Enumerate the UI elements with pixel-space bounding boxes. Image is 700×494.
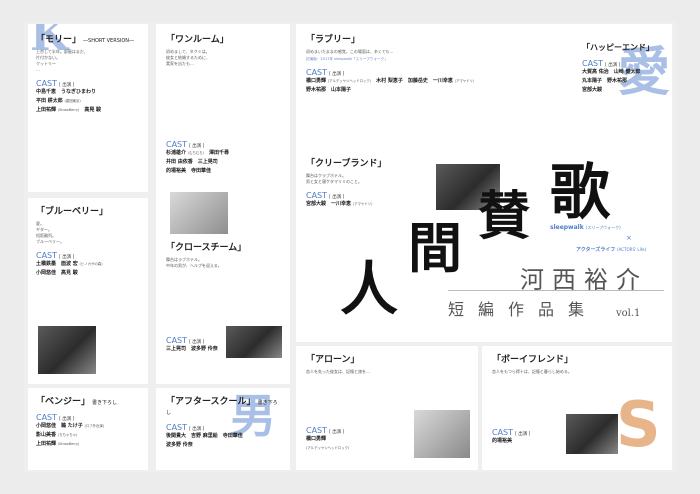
- title-char-2: 間: [408, 216, 462, 280]
- cast-heading: CAST[ 出演 ]: [492, 428, 531, 437]
- photo-boyfriend: [566, 414, 618, 454]
- cast-heading: CAST[ 出演 ]: [166, 140, 205, 149]
- brand-sleepwalk: sleepwalk (スリープウォーク): [550, 224, 621, 231]
- cleveland-block: 「クリーブランド」 舞台はクラブホテル。 男と女と寝ケタマリミのこと。 CAST[…: [306, 156, 436, 209]
- wanroom-text: 初めまして、タクミは。 彼女と結婚するために、 実家を出たも…: [166, 49, 210, 66]
- cast-heading: CAST[ 出演 ]: [306, 426, 345, 435]
- volume: vol.1: [616, 308, 641, 319]
- love-text: 初めまいたままの感覚。この場面は、辛くても…: [306, 49, 394, 54]
- flyer: K 「モリー」 ―SHORT VERSION― 上京して半年。部屋はまだ、 片付かな…: [24, 22, 676, 472]
- title-mori: 「モリー」 ―SHORT VERSION―: [36, 35, 135, 45]
- panel-benji: 「ベンジー」 書き下ろし CAST[ 出演 ] 小岡悠佳 鵜 たけ子 (ロフ外出演…: [28, 388, 148, 470]
- wanroom-cast: CAST[ 出演 ] 杉浦雄介 (むちむち) 澤田千尋 井田 由依香 三上晃司 …: [166, 134, 229, 176]
- title-cleveland: 「クリーブランド」: [306, 159, 387, 169]
- title-char-4: 歌: [550, 158, 610, 228]
- cast-heading: CAST[ 出演 ]: [166, 336, 205, 345]
- boyfriend-cast: CAST[ 出演 ] 的場裕美: [492, 422, 530, 446]
- title-blueberry: 「ブルーベリー」: [36, 207, 109, 217]
- closechime-cast: CAST[ 出演 ] 三上晃司 波多野 伶奈: [166, 330, 218, 354]
- cleveland-text: 舞台はクラブホテル。 男と女と寝ケタマリミのこと。: [306, 173, 362, 184]
- panel-afterschool: 男 「アフタースクール」 書き下ろし CAST[ 出演 ] 後関貴大 吉野 麻里絵…: [156, 388, 290, 470]
- photo-closechime: [226, 326, 282, 358]
- cast-heading: CAST[ 出演 ]: [306, 191, 345, 200]
- title-wanroom: 「ワンルーム」: [166, 35, 229, 45]
- cast-heading: CAST[ 出演 ]: [36, 79, 75, 88]
- closechime-text: 舞台はラブホテル。 中年の男が、ヘルプを迎える。: [166, 257, 222, 268]
- alone-cast: CAST[ 出演 ] 橋口勇輝 (アルデッヤシヘッドロック): [306, 420, 349, 453]
- photo-alone: [414, 410, 470, 458]
- alone-text: 恋人を失った彼女は、記憶と旅を…: [306, 369, 370, 374]
- blueberry-text: 夏。 ギター。 短距離列。 ブルーベリー。: [36, 221, 64, 244]
- panel-closechime: 「クロースチーム」 舞台はラブホテル。 中年の男が、ヘルプを迎える。 CAST[ …: [156, 234, 290, 384]
- photo-wanroom: [170, 192, 228, 240]
- panel-hero: 「ラブリー」 初めまいたままの感覚。この場面は、辛くても… 初演版：2017年 …: [296, 24, 672, 342]
- cast-list: 中島千恵 うなぎひまわり 平田 耕太郎 (劇団東京) 上田祐輝 (StrawBe…: [36, 89, 102, 113]
- cast-list: 三上晃司 波多野 伶奈: [166, 346, 218, 352]
- title-boyfriend: 「ボーイフレンド」: [492, 355, 574, 365]
- cast-heading: CAST[ 出演 ]: [36, 251, 75, 260]
- title-afterschool: 「アフタースクール」 書き下ろし: [166, 397, 278, 416]
- title-char-3: 賛: [478, 186, 531, 247]
- title-char-1: 人: [340, 255, 399, 323]
- cast-list: 小岡悠佳 鵜 たけ子 (ロフ外出演) 影山美香 (ちちゃちゃ) 上田祐輝 (St…: [36, 423, 105, 447]
- title-closechime: 「クロースチーム」: [166, 243, 247, 253]
- brand-x: ×: [626, 234, 632, 242]
- cast-list: 橋口勇輝 (アルデッヤシヘッドロック): [306, 436, 350, 450]
- cast-list: 杉浦雄介 (むちむち) 澤田千尋 井田 由依香 三上晃司 的場裕美 寺田華佳: [166, 150, 230, 174]
- panel-blueberry: 「ブルーベリー」 夏。 ギター。 短距離列。 ブルーベリー。 CAST[ 出演 ] 土…: [28, 198, 148, 384]
- ghost-letter-s: S: [616, 388, 661, 461]
- panel-wanroom: 「ワンルーム」 初めまして、タクミは。 彼女と結婚するために、 実家を出たも… CA…: [156, 24, 290, 250]
- panel-alone: 「アローン」 恋人を失った彼女は、記憶と旅を… CAST[ 出演 ] 橋口勇輝 …: [296, 346, 478, 470]
- cast-list: 大賀高 佑治 山崎 健太郎 丸本陽子 野木祐那 宮部大駿: [582, 69, 641, 93]
- panel-mori: K 「モリー」 ―SHORT VERSION― 上京して半年。部屋はまだ、 片付かな…: [28, 24, 148, 192]
- photo-blueberry: [38, 326, 96, 374]
- cast-heading: CAST[ 出演 ]: [36, 413, 75, 422]
- title-happyend: 「ハッピーエンド」: [582, 43, 654, 52]
- title-alone: 「アローン」: [306, 355, 360, 365]
- boyfriend-text: 恋人をもつら得十は、記憶と暮らし始める。: [492, 369, 572, 374]
- cast-heading: CAST[ 出演 ]: [166, 423, 205, 432]
- happyend-block: 愛 「ハッピーエンド」 CAST[ 出演 ] 大賀高 佑治 山崎 健太郎 丸本陽…: [582, 42, 670, 142]
- title-benji: 「ベンジー」 書き下ろし: [36, 397, 118, 407]
- title-divider: [448, 290, 664, 291]
- mori-text: 上京して半年。部屋はまだ、 片付かない。 クットリー…: [36, 49, 88, 72]
- cast-heading: CAST[ 出演 ]: [582, 59, 621, 68]
- cast-list: 的場裕美: [492, 438, 513, 444]
- subtitle: 短編作品集: [448, 300, 599, 319]
- cast-list: 土橋鉄墨 面波 宏 (ヒノカサの森) 小岡悠佳 高見 駿: [36, 261, 103, 276]
- brand-actors-life: アクターズライフ (ACTORS' Life): [576, 247, 647, 253]
- panel-boyfriend: S 「ボーイフレンド」 恋人をもつら得十は、記憶と暮らし始める。 CAST[ 出…: [482, 346, 672, 470]
- cast-list: 後関貴大 吉野 麻里絵 寺田華佳 波多野 伶奈: [166, 433, 243, 448]
